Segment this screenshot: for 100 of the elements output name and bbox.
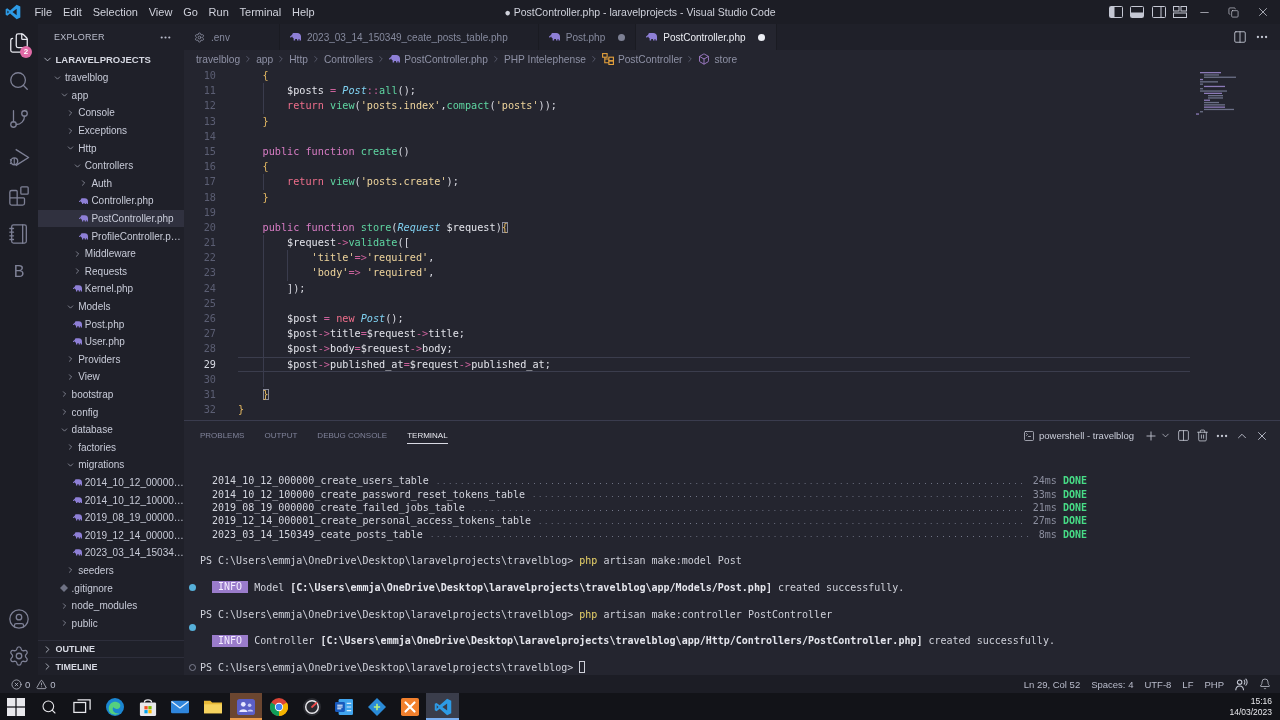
tree-item[interactable]: 2014_10_12_10000… xyxy=(38,491,184,509)
menu-item[interactable]: Help xyxy=(286,4,320,20)
terminal-message: Model [C:\Users\emmja\OneDrive\Desktop\laravelprojects\travelblog\app/Models/Post.php] created successfully. xyxy=(254,581,905,593)
breadcrumb-item[interactable]: store xyxy=(698,53,738,65)
menu-item[interactable]: View xyxy=(143,4,178,20)
breadcrumb-item[interactable]: PostController.php xyxy=(389,53,488,65)
breadcrumb-item[interactable]: PostController xyxy=(601,53,683,65)
panel-tab[interactable]: TERMINAL xyxy=(407,427,448,444)
tree-item[interactable]: node_modules xyxy=(38,596,184,615)
tree-item[interactable]: Controllers xyxy=(38,156,184,175)
right-panel-icon[interactable] xyxy=(1151,6,1166,18)
folder-header[interactable]: LARAVELPROJECTS xyxy=(38,50,184,69)
bell-icon[interactable] xyxy=(1259,678,1271,690)
migration-name: 2019_12_14_000001_create_personal_access_tokens_table xyxy=(212,515,532,527)
breadcrumb-item[interactable]: Http xyxy=(289,53,308,65)
duration: 8ms xyxy=(1038,528,1057,540)
user-circle-icon[interactable] xyxy=(8,607,30,630)
menu-item[interactable]: File xyxy=(29,4,58,20)
elephant-icon xyxy=(290,33,301,41)
tree-item[interactable]: public xyxy=(38,614,184,632)
tree-item[interactable]: Console xyxy=(38,104,184,122)
line-number: 12 xyxy=(203,100,216,112)
tree-item[interactable]: config xyxy=(38,403,184,421)
tree-item[interactable]: factories xyxy=(38,438,184,457)
tree-item[interactable]: migrations xyxy=(38,456,184,474)
notebook-icon[interactable] xyxy=(8,223,30,246)
tree-item[interactable]: 2019_12_14_00000… xyxy=(38,526,184,545)
tree-item[interactable]: Kernel.php xyxy=(38,280,184,298)
menu-item[interactable]: Edit xyxy=(57,4,88,20)
branch-icon[interactable] xyxy=(8,108,30,131)
tree-item[interactable]: Auth xyxy=(38,174,184,193)
tree-item[interactable]: Models xyxy=(38,297,184,316)
taskbar-button[interactable] xyxy=(426,693,460,720)
tree-item[interactable]: Exceptions xyxy=(38,121,184,140)
tree-item[interactable]: PostController.php xyxy=(38,209,184,228)
breadcrumb-item[interactable]: app xyxy=(256,53,274,65)
tree-item[interactable]: Post.php xyxy=(38,315,184,333)
line-number: 14 xyxy=(203,130,216,142)
menu-item[interactable]: Go xyxy=(177,4,204,20)
menu-item[interactable]: Selection xyxy=(87,4,144,20)
tree-item[interactable]: Providers xyxy=(38,350,184,369)
tree-item[interactable]: 2023_03_14_15034… xyxy=(38,544,184,562)
panel-tab[interactable]: PROBLEMS xyxy=(200,427,245,444)
elephant-icon xyxy=(72,549,82,557)
status-label: DONE xyxy=(1062,501,1087,513)
elephant-icon xyxy=(72,320,82,328)
tree-item[interactable]: database xyxy=(38,420,184,439)
left-panel-icon[interactable] xyxy=(1108,6,1123,18)
tree-item[interactable]: User.php xyxy=(38,332,184,351)
tree-item[interactable]: 2019_08_19_00000… xyxy=(38,508,184,527)
tree-item[interactable]: seeders xyxy=(38,561,184,580)
status-item[interactable]: LF xyxy=(1182,678,1194,690)
tree-item[interactable]: Http xyxy=(38,139,184,157)
tree-item[interactable]: View xyxy=(38,368,184,386)
info-badge: INFO xyxy=(212,634,249,647)
tree-item[interactable]: .gitignore xyxy=(38,579,184,597)
tree-item[interactable]: bootstrap xyxy=(38,385,184,404)
code-line: { xyxy=(262,69,269,83)
menu-item[interactable]: Run xyxy=(203,4,235,20)
warning-count: 0 xyxy=(50,678,56,690)
search-icon[interactable] xyxy=(8,70,30,93)
blocks-icon[interactable] xyxy=(8,184,30,207)
panel-tab[interactable]: OUTPUT xyxy=(264,427,298,444)
line-number: 31 xyxy=(203,388,216,400)
restore-icon[interactable] xyxy=(1228,6,1239,18)
breadcrumb-item[interactable]: Controllers xyxy=(323,53,374,65)
menu-item[interactable]: Terminal xyxy=(234,4,287,20)
layout-grid-icon[interactable] xyxy=(1173,6,1187,18)
breadcrumb-item[interactable]: travelblog xyxy=(196,53,241,65)
info-badge: INFO xyxy=(212,581,249,594)
split-columns-icon[interactable] xyxy=(1233,30,1247,44)
tree-item[interactable]: travelblog xyxy=(38,69,184,87)
status-item[interactable]: Spaces: 4 xyxy=(1091,678,1134,690)
code-line: } xyxy=(262,387,269,402)
panel-tab[interactable]: DEBUG CONSOLE xyxy=(317,427,388,444)
trash-icon[interactable] xyxy=(1196,429,1209,442)
tree-item[interactable]: app xyxy=(38,86,184,105)
bottom-panel-icon[interactable] xyxy=(1130,6,1144,18)
tree-item[interactable]: Requests xyxy=(38,262,184,281)
activity-item[interactable]: B xyxy=(13,263,25,282)
play-bug-icon[interactable] xyxy=(8,147,30,169)
taskbar-button[interactable] xyxy=(229,693,263,720)
tree-item[interactable]: 2014_10_12_00000… xyxy=(38,473,184,492)
plus-icon[interactable] xyxy=(1144,428,1158,443)
settings-icon[interactable] xyxy=(8,645,30,668)
status-item[interactable]: UTF-8 xyxy=(1144,678,1172,690)
terminal-selector[interactable]: powershell - travelblog xyxy=(1022,429,1134,442)
editor-tab[interactable]: PostController.php xyxy=(636,24,777,50)
tree-item[interactable]: Controller.php xyxy=(38,192,184,210)
split-columns-icon[interactable] xyxy=(1177,429,1190,442)
person-waves-icon[interactable] xyxy=(1235,677,1248,691)
breadcrumb-item[interactable]: PHP Intelephense xyxy=(503,53,586,65)
status-item[interactable]: PHP xyxy=(1204,678,1224,690)
code-line: return view('posts.index',compact('posts')); xyxy=(287,99,557,114)
prompt-line: PS C:\Users\emmja\OneDrive\Desktop\laravelprojects\travelblog> xyxy=(200,662,574,673)
tree-item[interactable]: Middleware xyxy=(38,244,184,263)
status-item[interactable]: Ln 29, Col 52 xyxy=(1023,678,1081,690)
files-icon[interactable] xyxy=(8,32,30,55)
tree-item[interactable]: ProfileController.p… xyxy=(38,227,184,245)
status-label: DONE xyxy=(1062,528,1087,540)
